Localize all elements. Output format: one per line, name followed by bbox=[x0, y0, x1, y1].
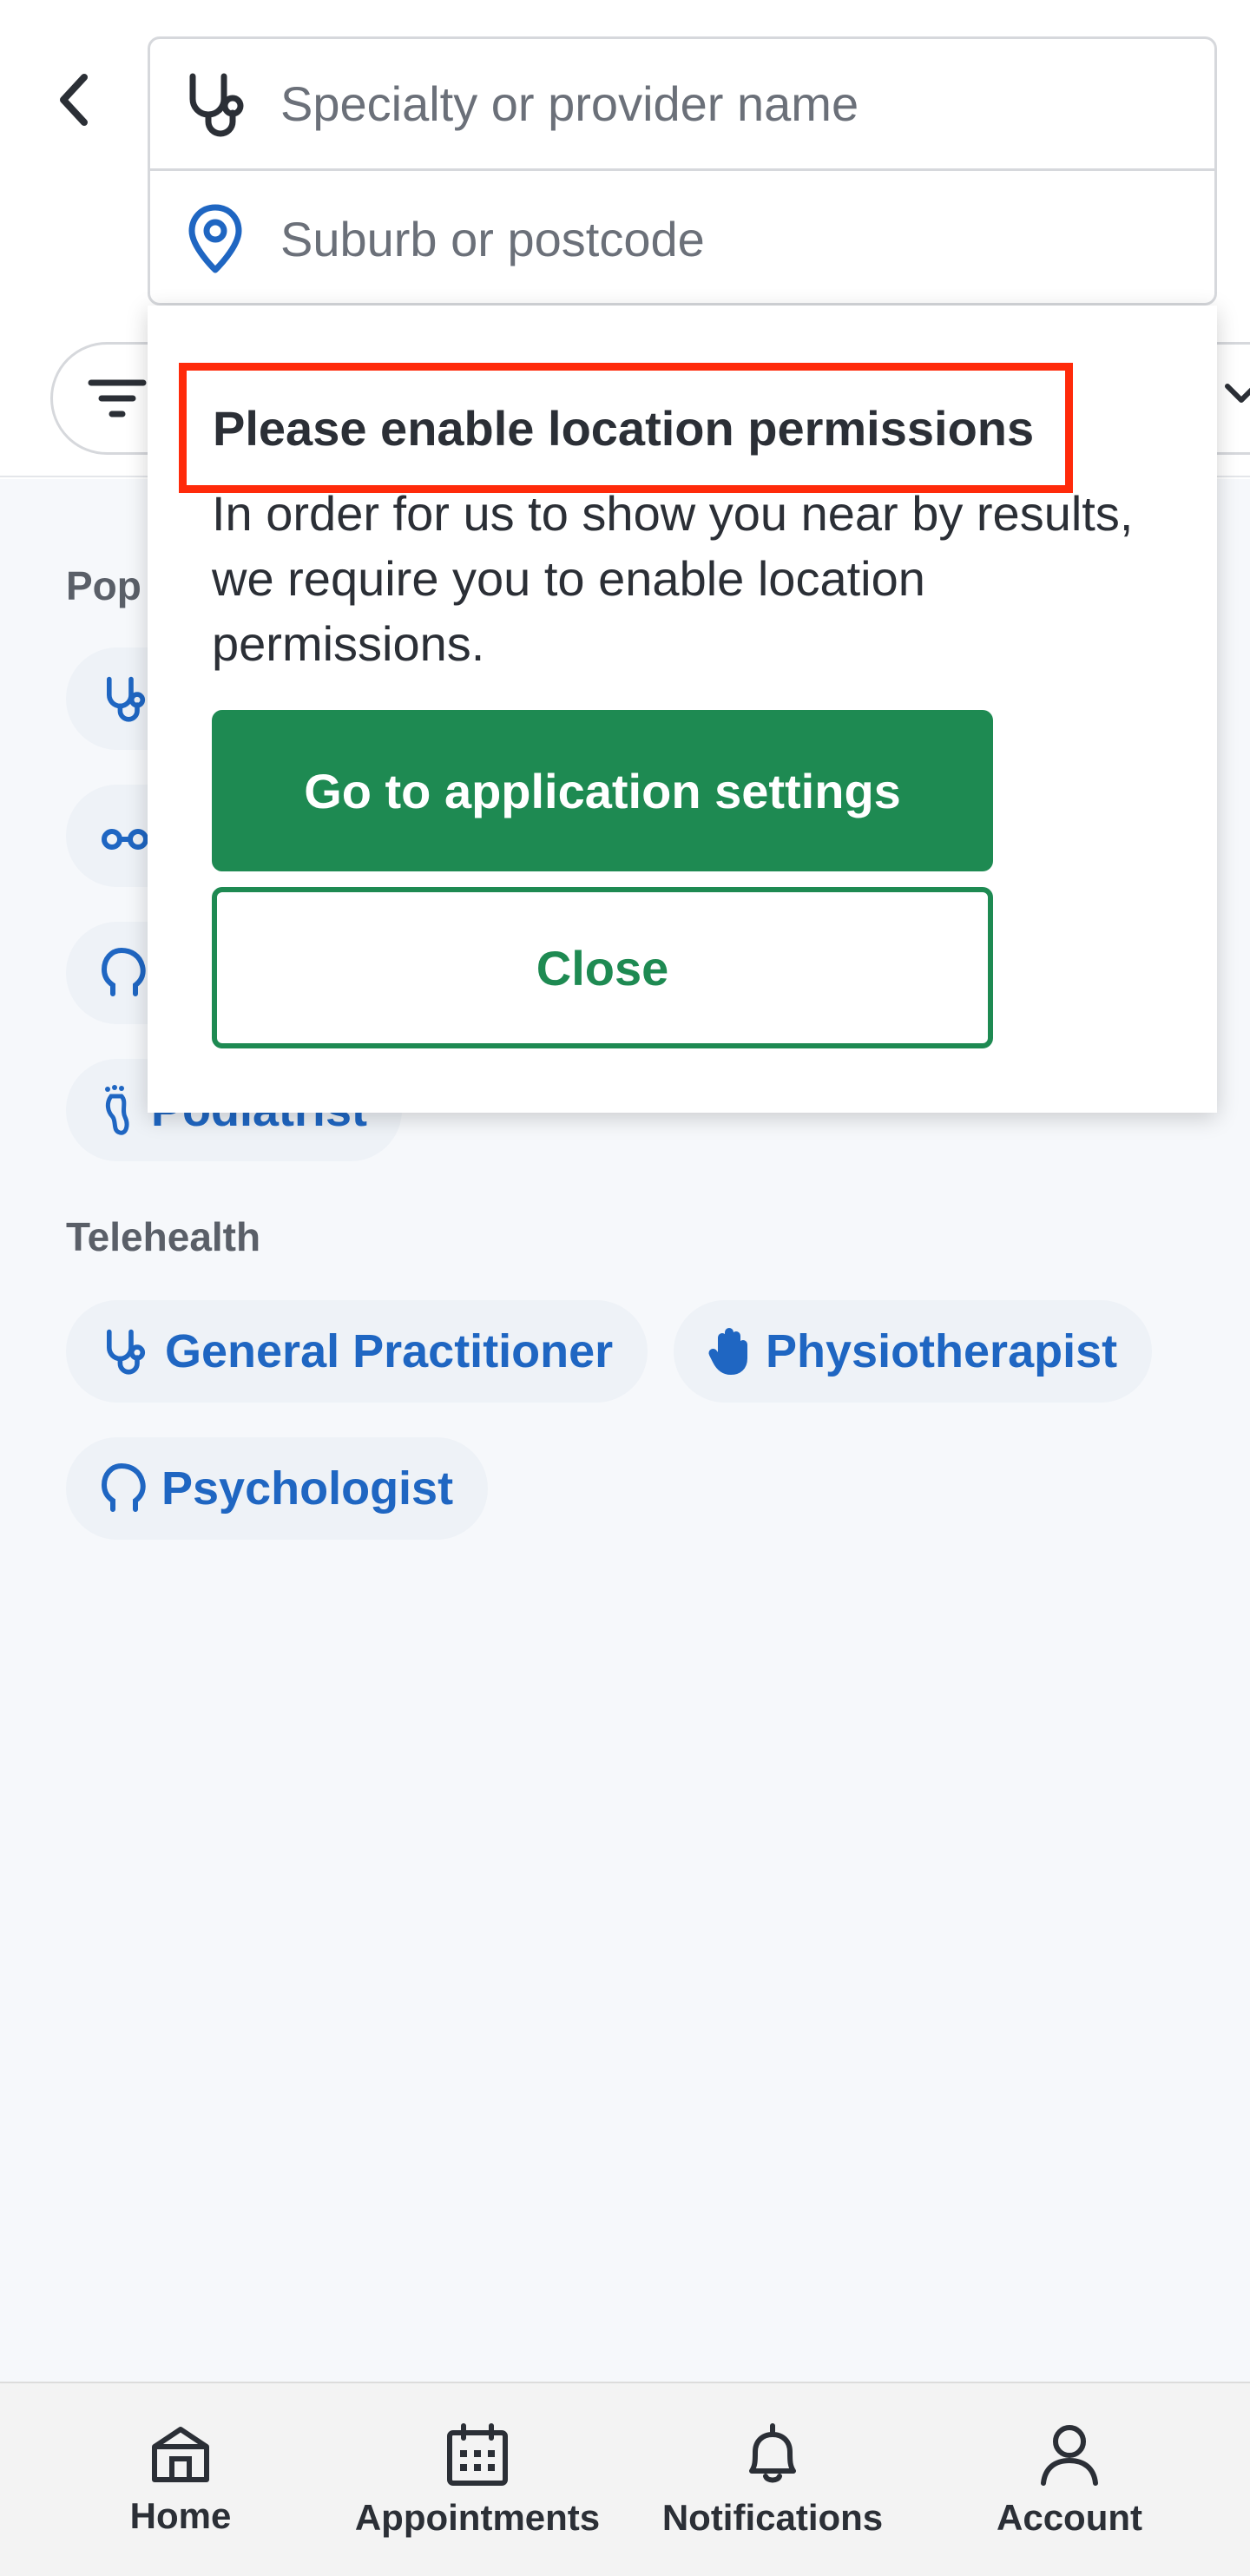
nav-account-label: Account bbox=[997, 2497, 1142, 2538]
chevron-down-icon bbox=[1222, 379, 1250, 410]
popup-title: Please enable location permissions bbox=[179, 363, 1073, 493]
popup-body: In order for us to show you near by resu… bbox=[212, 486, 1134, 671]
telehealth-section-title: Telehealth bbox=[66, 1214, 261, 1259]
hand-icon bbox=[708, 1325, 750, 1377]
nav-appointments-label: Appointments bbox=[354, 2497, 601, 2538]
telehealth-chip-psychologist[interactable]: Psychologist bbox=[66, 1437, 489, 1540]
specialty-search-field[interactable]: Specialty or provider name bbox=[150, 39, 1214, 171]
nav-appointments[interactable]: Appointments bbox=[330, 2383, 625, 2576]
glasses-icon bbox=[101, 818, 149, 853]
chip-label: General Practitioner bbox=[165, 1325, 614, 1377]
stethoscope-icon bbox=[150, 69, 280, 139]
head-icon bbox=[101, 1462, 146, 1515]
stethoscope-icon bbox=[101, 674, 149, 723]
telehealth-chip-general-practitioner[interactable]: General Practitioner bbox=[66, 1300, 648, 1403]
calendar-icon bbox=[447, 2423, 508, 2486]
chip-label: Psychologist bbox=[161, 1462, 454, 1515]
foot-icon bbox=[101, 1084, 135, 1136]
telehealth-chip-physiotherapist[interactable]: Physiotherapist bbox=[674, 1300, 1153, 1403]
back-button[interactable] bbox=[43, 61, 104, 139]
head-icon bbox=[101, 947, 146, 999]
page: Specialty or provider name Suburb or pos… bbox=[0, 0, 1250, 2576]
specialty-search-placeholder: Specialty or provider name bbox=[280, 76, 859, 131]
bottom-navigation: Home Appointments Notifications Account bbox=[0, 2382, 1250, 2576]
search-box: Specialty or provider name Suburb or pos… bbox=[148, 36, 1217, 306]
location-permission-popup: Please enable location permissions In or… bbox=[148, 306, 1217, 1113]
location-pin-icon bbox=[150, 202, 280, 275]
person-icon bbox=[1041, 2425, 1098, 2486]
nav-home[interactable]: Home bbox=[33, 2383, 328, 2576]
nav-account[interactable]: Account bbox=[922, 2383, 1217, 2576]
nav-notifications[interactable]: Notifications bbox=[625, 2383, 920, 2576]
popular-section-title: Pop bbox=[66, 563, 141, 608]
filter-icon bbox=[88, 376, 147, 425]
home-icon bbox=[152, 2427, 209, 2482]
location-search-field[interactable]: Suburb or postcode bbox=[150, 173, 1214, 305]
stethoscope-icon bbox=[101, 1327, 149, 1376]
nav-notifications-label: Notifications bbox=[661, 2497, 884, 2538]
chevron-left-icon bbox=[60, 74, 88, 126]
nav-home-label: Home bbox=[129, 2495, 232, 2536]
bell-icon bbox=[749, 2423, 796, 2483]
go-to-settings-button[interactable]: Go to application settings bbox=[212, 710, 993, 871]
close-button[interactable]: Close bbox=[212, 887, 993, 1048]
location-search-placeholder: Suburb or postcode bbox=[280, 211, 705, 266]
chip-label: Physiotherapist bbox=[766, 1325, 1118, 1377]
